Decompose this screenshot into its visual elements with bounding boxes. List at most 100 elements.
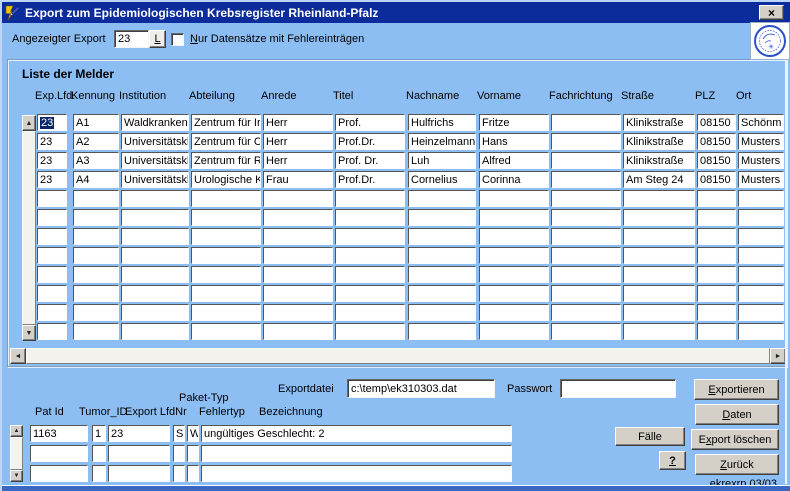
column-header[interactable]: Institution xyxy=(119,90,189,102)
grid-cell[interactable] xyxy=(551,228,621,245)
grid-cell[interactable]: Am Steg 24 xyxy=(623,171,695,188)
grid-cell[interactable] xyxy=(551,323,621,340)
grid-cell[interactable]: Klinikstraße xyxy=(623,152,695,169)
grid-cell[interactable] xyxy=(551,152,621,169)
grid-cell[interactable] xyxy=(121,247,189,264)
scroll-right-button[interactable]: ► xyxy=(770,348,786,364)
grid-cell[interactable] xyxy=(551,285,621,302)
fehler-cell[interactable] xyxy=(92,445,106,462)
grid-cell[interactable]: Zentrum für R xyxy=(191,152,261,169)
grid-cell[interactable] xyxy=(263,266,333,283)
grid-cell[interactable] xyxy=(37,247,67,264)
daten-button[interactable]: Daten xyxy=(695,404,779,425)
grid-cell[interactable]: 23 xyxy=(37,133,67,150)
grid-cell[interactable] xyxy=(697,209,736,226)
grid-cell[interactable] xyxy=(623,190,695,207)
vertical-scrollbar-thumb[interactable] xyxy=(22,131,36,325)
column-header[interactable]: Vorname xyxy=(477,90,549,102)
melder-vertical-scrollbar[interactable]: ▲ ▼ xyxy=(22,115,36,341)
grid-cell[interactable] xyxy=(263,247,333,264)
grid-cell[interactable] xyxy=(623,247,695,264)
exportdatei-input[interactable] xyxy=(347,379,495,398)
grid-cell[interactable] xyxy=(191,266,261,283)
grid-cell[interactable]: Musters xyxy=(738,152,784,169)
grid-cell[interactable] xyxy=(263,304,333,321)
grid-cell[interactable] xyxy=(335,323,405,340)
column-header[interactable]: Kennung xyxy=(71,90,119,102)
grid-cell[interactable] xyxy=(37,190,67,207)
column-header[interactable]: Titel xyxy=(333,90,406,102)
fehler-cell[interactable]: 1163 xyxy=(30,425,88,442)
grid-cell[interactable] xyxy=(263,285,333,302)
grid-cell[interactable]: Cornelius xyxy=(408,171,476,188)
fehler-cell[interactable]: W xyxy=(187,425,199,442)
grid-cell[interactable] xyxy=(738,190,784,207)
grid-cell[interactable]: Heinzelmann xyxy=(408,133,476,150)
grid-cell[interactable] xyxy=(191,304,261,321)
grid-cell[interactable]: Herr xyxy=(263,114,333,131)
grid-cell[interactable] xyxy=(697,247,736,264)
grid-cell[interactable] xyxy=(623,323,695,340)
grid-cell[interactable] xyxy=(738,323,784,340)
fehler-cell[interactable] xyxy=(108,445,170,462)
column-header[interactable]: Fachrichtung xyxy=(549,90,621,102)
grid-cell[interactable] xyxy=(335,285,405,302)
scroll-up-button[interactable]: ▲ xyxy=(22,115,36,131)
fehler-cell[interactable]: 23 xyxy=(108,425,170,442)
grid-cell[interactable] xyxy=(408,285,476,302)
grid-cell[interactable] xyxy=(551,190,621,207)
grid-cell[interactable] xyxy=(408,247,476,264)
grid-cell[interactable] xyxy=(697,304,736,321)
grid-cell[interactable] xyxy=(263,190,333,207)
export-number-input[interactable] xyxy=(114,30,149,48)
grid-cell[interactable] xyxy=(263,209,333,226)
fehler-cell[interactable] xyxy=(173,465,185,482)
grid-cell[interactable]: 23 xyxy=(37,171,67,188)
app-icon[interactable] xyxy=(5,5,21,21)
grid-cell[interactable] xyxy=(263,323,333,340)
grid-cell[interactable]: Schönm xyxy=(738,114,784,131)
grid-cell[interactable] xyxy=(37,266,67,283)
grid-cell[interactable] xyxy=(697,190,736,207)
exportieren-button[interactable]: Exportieren xyxy=(694,379,779,400)
grid-cell[interactable] xyxy=(623,304,695,321)
grid-cell[interactable]: Waldkrankenh xyxy=(121,114,189,131)
grid-cell[interactable]: 08150 xyxy=(697,114,736,131)
export-loeschen-button[interactable]: Export löschen xyxy=(691,429,779,450)
grid-cell[interactable] xyxy=(479,228,549,245)
grid-cell[interactable] xyxy=(37,304,67,321)
grid-cell[interactable] xyxy=(479,266,549,283)
lookup-button[interactable]: L xyxy=(149,30,166,48)
grid-cell[interactable]: Klinikstraße xyxy=(623,133,695,150)
grid-cell[interactable] xyxy=(697,228,736,245)
grid-cell[interactable]: A1 xyxy=(73,114,119,131)
grid-cell[interactable] xyxy=(697,266,736,283)
zurueck-button[interactable]: Zurück xyxy=(695,454,779,475)
grid-cell[interactable] xyxy=(121,304,189,321)
column-header[interactable]: Nachname xyxy=(406,90,477,102)
grid-cell[interactable] xyxy=(738,285,784,302)
grid-cell[interactable] xyxy=(738,209,784,226)
grid-cell[interactable] xyxy=(37,209,67,226)
grid-cell[interactable] xyxy=(551,209,621,226)
grid-cell[interactable] xyxy=(551,247,621,264)
grid-cell[interactable]: Frau xyxy=(263,171,333,188)
fehler-cell[interactable] xyxy=(201,445,512,462)
grid-cell[interactable] xyxy=(335,304,405,321)
fehler-scroll-down-button[interactable]: ▼ xyxy=(10,470,23,482)
grid-cell[interactable] xyxy=(191,323,261,340)
grid-cell[interactable] xyxy=(551,133,621,150)
fehler-cell[interactable]: S xyxy=(173,425,185,442)
grid-cell[interactable]: Musters xyxy=(738,171,784,188)
grid-cell[interactable] xyxy=(73,228,119,245)
grid-cell[interactable] xyxy=(191,285,261,302)
grid-cell[interactable] xyxy=(191,247,261,264)
column-header[interactable]: Ort xyxy=(736,90,782,102)
grid-cell[interactable] xyxy=(551,304,621,321)
grid-cell[interactable] xyxy=(479,247,549,264)
grid-cell[interactable] xyxy=(191,190,261,207)
grid-cell[interactable] xyxy=(335,190,405,207)
grid-cell[interactable] xyxy=(738,228,784,245)
grid-cell[interactable] xyxy=(479,285,549,302)
grid-cell[interactable] xyxy=(121,228,189,245)
